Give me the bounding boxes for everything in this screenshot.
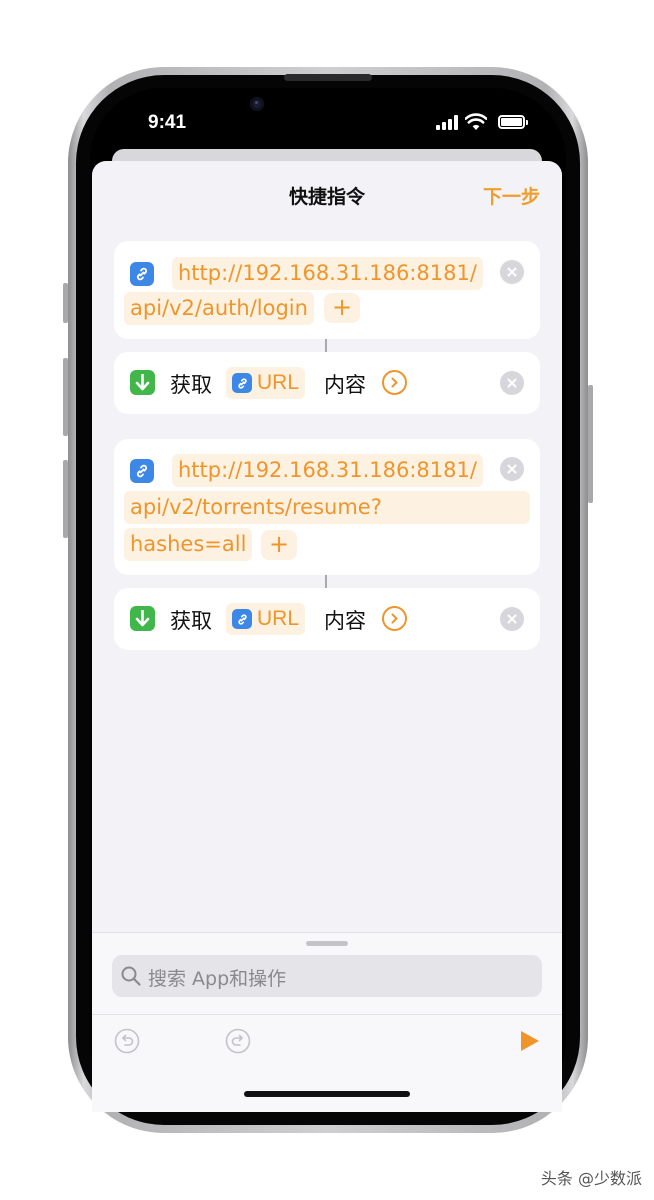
chevron-right-icon bbox=[391, 613, 398, 624]
variable-label: URL bbox=[257, 371, 300, 394]
wifi-icon bbox=[465, 113, 487, 130]
watermark: 头条 @少数派 bbox=[540, 1169, 642, 1188]
download-arrow-icon bbox=[130, 370, 155, 395]
search-icon bbox=[121, 966, 141, 986]
search-input[interactable]: 搜索 App和操作 bbox=[112, 955, 542, 997]
url-variable-token[interactable]: URL bbox=[226, 603, 306, 635]
link-icon bbox=[232, 373, 252, 393]
url-variable-token[interactable]: URL bbox=[226, 367, 306, 399]
add-variable-button[interactable]: + bbox=[261, 530, 297, 560]
get-contents-action-card[interactable]: 获取 URL 内容 bbox=[114, 588, 540, 650]
front-camera bbox=[250, 97, 264, 111]
volume-down-button bbox=[63, 460, 68, 538]
redo-icon[interactable] bbox=[225, 1028, 251, 1054]
action-button bbox=[63, 283, 68, 323]
remove-action-button[interactable] bbox=[500, 607, 524, 631]
remove-action-button[interactable] bbox=[500, 371, 524, 395]
battery-icon bbox=[498, 115, 528, 129]
close-icon bbox=[507, 378, 517, 388]
close-icon bbox=[507, 614, 517, 624]
url-action-card[interactable]: http://192.168.31.186:8181/ api/v2/auth/… bbox=[114, 241, 540, 339]
variable-label: URL bbox=[257, 607, 300, 630]
cellular-signal-icon bbox=[436, 115, 460, 130]
action-connector bbox=[325, 339, 327, 352]
power-button bbox=[588, 385, 593, 503]
link-icon bbox=[232, 609, 252, 629]
next-button[interactable]: 下一步 bbox=[483, 182, 540, 209]
close-icon bbox=[507, 267, 517, 277]
add-variable-button[interactable]: + bbox=[324, 293, 360, 323]
home-indicator bbox=[244, 1091, 410, 1097]
url-text-line[interactable]: api/v2/auth/login bbox=[124, 292, 314, 325]
url-text-line[interactable]: hashes=all bbox=[124, 528, 253, 561]
search-placeholder: 搜索 App和操作 bbox=[148, 968, 287, 990]
undo-icon[interactable] bbox=[114, 1028, 140, 1054]
action-verb: 获取 bbox=[170, 373, 212, 397]
action-connector bbox=[325, 575, 327, 588]
url-action-card[interactable]: http://192.168.31.186:8181/ api/v2/torre… bbox=[114, 439, 540, 575]
volume-up-button bbox=[63, 358, 68, 436]
action-suffix: 内容 bbox=[324, 609, 366, 633]
shortcut-editor-sheet: 快捷指令 下一步 http://192.168.31.186:8181/ api… bbox=[92, 161, 562, 1112]
url-text-line[interactable]: api/v2/torrents/resume? bbox=[124, 491, 530, 524]
remove-action-button[interactable] bbox=[500, 457, 524, 481]
expand-options-button[interactable] bbox=[382, 606, 407, 631]
url-text-line[interactable]: http://192.168.31.186:8181/ bbox=[172, 454, 483, 487]
earpiece-speaker bbox=[284, 74, 372, 81]
toolbar-divider bbox=[92, 1014, 562, 1015]
play-icon[interactable] bbox=[516, 1028, 542, 1054]
panel-grabber[interactable] bbox=[306, 941, 348, 946]
download-arrow-icon bbox=[130, 606, 155, 631]
action-search-panel: 搜索 App和操作 bbox=[92, 932, 562, 1112]
action-verb: 获取 bbox=[170, 609, 212, 633]
action-suffix: 内容 bbox=[324, 373, 366, 397]
expand-options-button[interactable] bbox=[382, 370, 407, 395]
status-time: 9:41 bbox=[148, 112, 187, 133]
url-text-line[interactable]: http://192.168.31.186:8181/ bbox=[172, 257, 483, 290]
close-icon bbox=[507, 464, 517, 474]
chevron-right-icon bbox=[391, 377, 398, 388]
get-contents-action-card[interactable]: 获取 URL 内容 bbox=[114, 352, 540, 414]
link-icon bbox=[130, 262, 154, 286]
remove-action-button[interactable] bbox=[500, 260, 524, 284]
link-icon bbox=[130, 459, 154, 483]
